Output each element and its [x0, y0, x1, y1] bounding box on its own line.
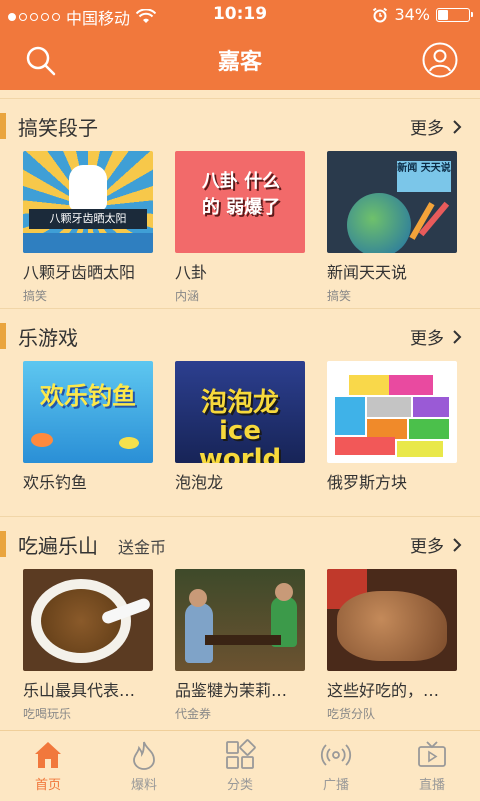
section-food: 吃遍乐山 送金币 更多 乐山最具代表… 吃喝玩乐 品鉴犍为茉莉… 代金券 这些好…: [0, 516, 480, 721]
more-button[interactable]: 更多: [410, 114, 462, 139]
battery-percent: 34%: [394, 5, 430, 24]
content-card[interactable]: 乐山最具代表… 吃喝玩乐: [23, 569, 153, 722]
tab-home[interactable]: 首页: [0, 739, 96, 793]
section-marker: [0, 531, 6, 557]
card-tag: 吃货分队: [327, 707, 376, 721]
content-card[interactable]: 泡泡龙 ice world 泡泡龙: [175, 361, 305, 493]
more-button[interactable]: 更多: [410, 324, 462, 349]
chevron-right-icon: [453, 119, 462, 134]
section-subtitle: 送金币: [118, 538, 167, 557]
card-title: 八颗牙齿晒太阳: [23, 263, 136, 282]
tab-bar: 首页 爆料 分类 广播 直播: [0, 730, 480, 801]
thumbnail-image: [23, 569, 153, 671]
content-card[interactable]: 八颗牙齿晒太阳 八颗牙齿晒太阳 搞笑: [23, 151, 153, 304]
thumbnail-image: [175, 569, 305, 671]
section-header: 搞笑段子 更多: [0, 99, 480, 151]
card-title: 俄罗斯方块: [327, 473, 408, 492]
tab-category[interactable]: 分类: [192, 739, 288, 793]
status-bar: 中国移动 10:19 34%: [0, 0, 480, 30]
content-card[interactable]: 八卦 什么的 弱爆了 八卦 内涵: [175, 151, 305, 304]
content-card[interactable]: 品鉴犍为茉莉… 代金券: [175, 569, 305, 722]
chevron-right-icon: [453, 537, 462, 552]
card-tag: 吃喝玩乐: [23, 707, 72, 721]
section-header: 吃遍乐山 送金币 更多: [0, 517, 480, 569]
more-button[interactable]: 更多: [410, 532, 462, 557]
battery-icon: [436, 7, 473, 22]
chevron-right-icon: [453, 329, 462, 344]
card-title: 品鉴犍为茉莉…: [175, 681, 288, 700]
section-games: 乐游戏 更多 欢乐钓鱼 欢乐钓鱼 泡泡龙 ice world 泡泡龙 俄罗斯方块: [0, 308, 480, 492]
tab-broadcast[interactable]: 广播: [288, 739, 384, 793]
thumbnail-image: 新闻 天天说: [327, 151, 457, 253]
card-title: 泡泡龙: [175, 473, 224, 492]
section-title: 搞笑段子: [18, 116, 98, 140]
section-marker: [0, 113, 6, 139]
page-title: 嘉客: [217, 50, 262, 75]
alarm-icon: [373, 7, 388, 22]
thumbnail-image: 泡泡龙 ice world: [175, 361, 305, 463]
content-card[interactable]: 欢乐钓鱼 欢乐钓鱼: [23, 361, 153, 493]
section-marker: [0, 323, 6, 349]
card-title: 新闻天天说: [327, 263, 408, 282]
flame-icon: [133, 741, 155, 770]
thumbnail-image: 八颗牙齿晒太阳: [23, 151, 153, 253]
card-tag: 内涵: [175, 289, 200, 303]
home-icon: [35, 742, 61, 768]
content-card[interactable]: 新闻 天天说 新闻天天说 搞笑: [327, 151, 457, 304]
content-card[interactable]: 这些好吃的，… 吃货分队: [327, 569, 457, 722]
card-title: 乐山最具代表…: [23, 681, 136, 700]
home-feed[interactable]: 搞笑段子 更多 八颗牙齿晒太阳 八颗牙齿晒太阳 搞笑 八卦 什么的 弱爆了 八卦…: [0, 90, 480, 730]
content-card[interactable]: 俄罗斯方块: [327, 361, 457, 493]
card-title: 欢乐钓鱼: [23, 473, 88, 492]
card-title: 八卦: [175, 263, 208, 282]
section-title: 乐游戏: [18, 326, 78, 350]
section-funny-jokes: 搞笑段子 更多 八颗牙齿晒太阳 八颗牙齿晒太阳 搞笑 八卦 什么的 弱爆了 八卦…: [0, 98, 480, 303]
broadcast-icon: [320, 744, 352, 766]
card-tag: 搞笑: [327, 289, 352, 303]
tab-hot[interactable]: 爆料: [96, 739, 192, 793]
thumbnail-image: [327, 569, 457, 671]
card-tag: 搞笑: [23, 289, 48, 303]
section-header: 乐游戏 更多: [0, 309, 480, 361]
nav-bar: 嘉客: [0, 30, 480, 90]
thumbnail-image: 欢乐钓鱼: [23, 361, 153, 463]
card-title: 这些好吃的，…: [327, 681, 440, 700]
user-profile-icon[interactable]: [422, 42, 458, 78]
card-tag: 代金券: [175, 707, 212, 721]
thumbnail-image: 八卦 什么的 弱爆了: [175, 151, 305, 253]
section-title: 吃遍乐山: [18, 534, 98, 558]
tab-live[interactable]: 直播: [384, 739, 480, 793]
grid-icon: [226, 739, 256, 769]
tv-icon: [418, 741, 446, 767]
thumbnail-image: [327, 361, 457, 463]
